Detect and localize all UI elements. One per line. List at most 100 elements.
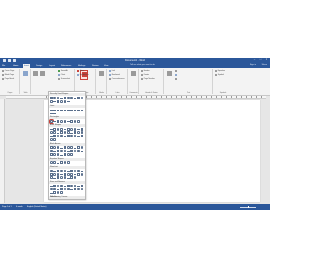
link-button[interactable]: Link (109, 70, 115, 73)
shape-option[interactable] (56, 149, 60, 153)
shape-option[interactable] (70, 153, 73, 156)
shape-option[interactable] (77, 129, 80, 131)
shape-option[interactable] (53, 151, 56, 153)
shape-option[interactable] (60, 154, 63, 156)
shape-option[interactable] (73, 149, 77, 153)
shape-option[interactable] (70, 169, 73, 173)
comment-button[interactable] (131, 71, 136, 76)
shape-option[interactable] (70, 128, 73, 131)
shape-option[interactable] (73, 174, 77, 176)
shape-option[interactable] (77, 109, 80, 111)
shape-option[interactable] (80, 131, 84, 135)
shape-option[interactable] (77, 169, 80, 173)
shape-option[interactable] (80, 128, 84, 131)
shape-option[interactable] (56, 184, 60, 188)
shape-option[interactable] (50, 172, 53, 176)
shape-option[interactable] (70, 134, 73, 138)
shape-option[interactable] (56, 128, 60, 131)
shape-option[interactable] (77, 136, 80, 138)
shape-option[interactable] (70, 96, 73, 100)
shape-option[interactable] (77, 131, 80, 135)
shape-option[interactable] (80, 187, 84, 191)
shape-option[interactable] (60, 176, 63, 179)
shape-option[interactable] (56, 191, 60, 194)
close-button[interactable]: × (265, 58, 268, 61)
shape-option[interactable] (56, 100, 60, 103)
shape-option[interactable] (63, 169, 67, 173)
shape-option[interactable] (70, 149, 73, 153)
shape-option[interactable] (80, 96, 84, 100)
shape-option[interactable] (50, 185, 53, 188)
shape-option[interactable] (60, 119, 63, 123)
sign-in-link[interactable]: Sign in (250, 64, 256, 66)
vertical-ruler[interactable] (0, 98, 5, 203)
share-button[interactable]: Share (262, 64, 267, 66)
shape-option[interactable] (53, 199, 56, 200)
shape-option[interactable] (63, 172, 67, 176)
shape-option[interactable] (56, 162, 60, 164)
shape-option[interactable] (53, 128, 56, 131)
shape-option[interactable] (77, 185, 80, 188)
shape-option[interactable] (53, 131, 56, 135)
shape-option[interactable] (63, 187, 67, 191)
shape-option[interactable] (50, 146, 53, 150)
shape-option[interactable] (60, 187, 63, 191)
shape-option[interactable] (56, 189, 60, 191)
shape-option[interactable] (50, 109, 53, 111)
shape-option[interactable] (66, 128, 70, 131)
shape-option[interactable] (70, 184, 73, 188)
shape-option[interactable] (77, 146, 80, 150)
shape-option[interactable] (53, 113, 56, 115)
shape-option[interactable] (60, 131, 63, 135)
shape-option[interactable] (73, 98, 77, 100)
shape-option[interactable] (66, 161, 70, 164)
chart-button[interactable]: Chart (58, 74, 65, 77)
shape-option[interactable] (56, 169, 60, 173)
blank-page-button[interactable]: Blank Page (2, 74, 14, 77)
shape-option[interactable] (66, 121, 70, 123)
shape-option[interactable] (60, 184, 63, 188)
shape-option[interactable] (63, 129, 67, 131)
shape-option[interactable] (66, 96, 70, 100)
shape-option[interactable] (73, 134, 77, 138)
shape-option[interactable] (56, 109, 60, 111)
shape-option[interactable] (50, 149, 53, 153)
shape-option[interactable] (56, 153, 60, 156)
language-indicator[interactable]: English (United States) (27, 206, 46, 208)
shape-option[interactable] (53, 138, 56, 141)
new-drawing-canvas-item[interactable]: New Drawing Canvas (50, 196, 67, 198)
shape-option[interactable] (70, 172, 73, 176)
shape-option[interactable] (60, 147, 63, 150)
shape-option[interactable] (66, 184, 70, 188)
shape-option[interactable] (56, 119, 60, 123)
shape-option[interactable] (56, 172, 60, 176)
smartart-button[interactable]: SmartArt (58, 70, 68, 73)
shape-option[interactable] (53, 96, 56, 100)
shape-option[interactable] (53, 177, 56, 179)
shape-option[interactable] (81, 199, 84, 200)
shape-option[interactable] (60, 149, 63, 153)
shape-option[interactable] (70, 132, 73, 135)
shape-option[interactable] (70, 176, 73, 179)
shape-option[interactable] (60, 161, 63, 164)
shape-option[interactable] (56, 146, 60, 150)
shape-option[interactable] (53, 121, 56, 123)
shape-option[interactable] (50, 161, 53, 164)
shape-option[interactable] (50, 129, 53, 131)
cover-page-button[interactable]: Cover Page (2, 70, 14, 73)
shape-option[interactable] (50, 138, 53, 141)
shape-option[interactable] (73, 169, 77, 173)
shape-option[interactable] (50, 153, 53, 156)
shape-option[interactable] (53, 184, 56, 188)
shape-option[interactable] (63, 100, 67, 103)
shape-option[interactable] (63, 136, 67, 138)
shape-option[interactable] (50, 199, 53, 200)
shape-option[interactable] (66, 131, 70, 135)
shape-option[interactable] (63, 146, 67, 150)
page-count[interactable]: Page 1 of 1 (2, 206, 12, 208)
shape-option[interactable] (60, 169, 63, 173)
shape-option[interactable] (63, 109, 67, 111)
shape-option[interactable] (49, 118, 54, 124)
shape-option[interactable] (80, 151, 84, 153)
screenshot-button[interactable]: Screenshot (58, 78, 70, 81)
